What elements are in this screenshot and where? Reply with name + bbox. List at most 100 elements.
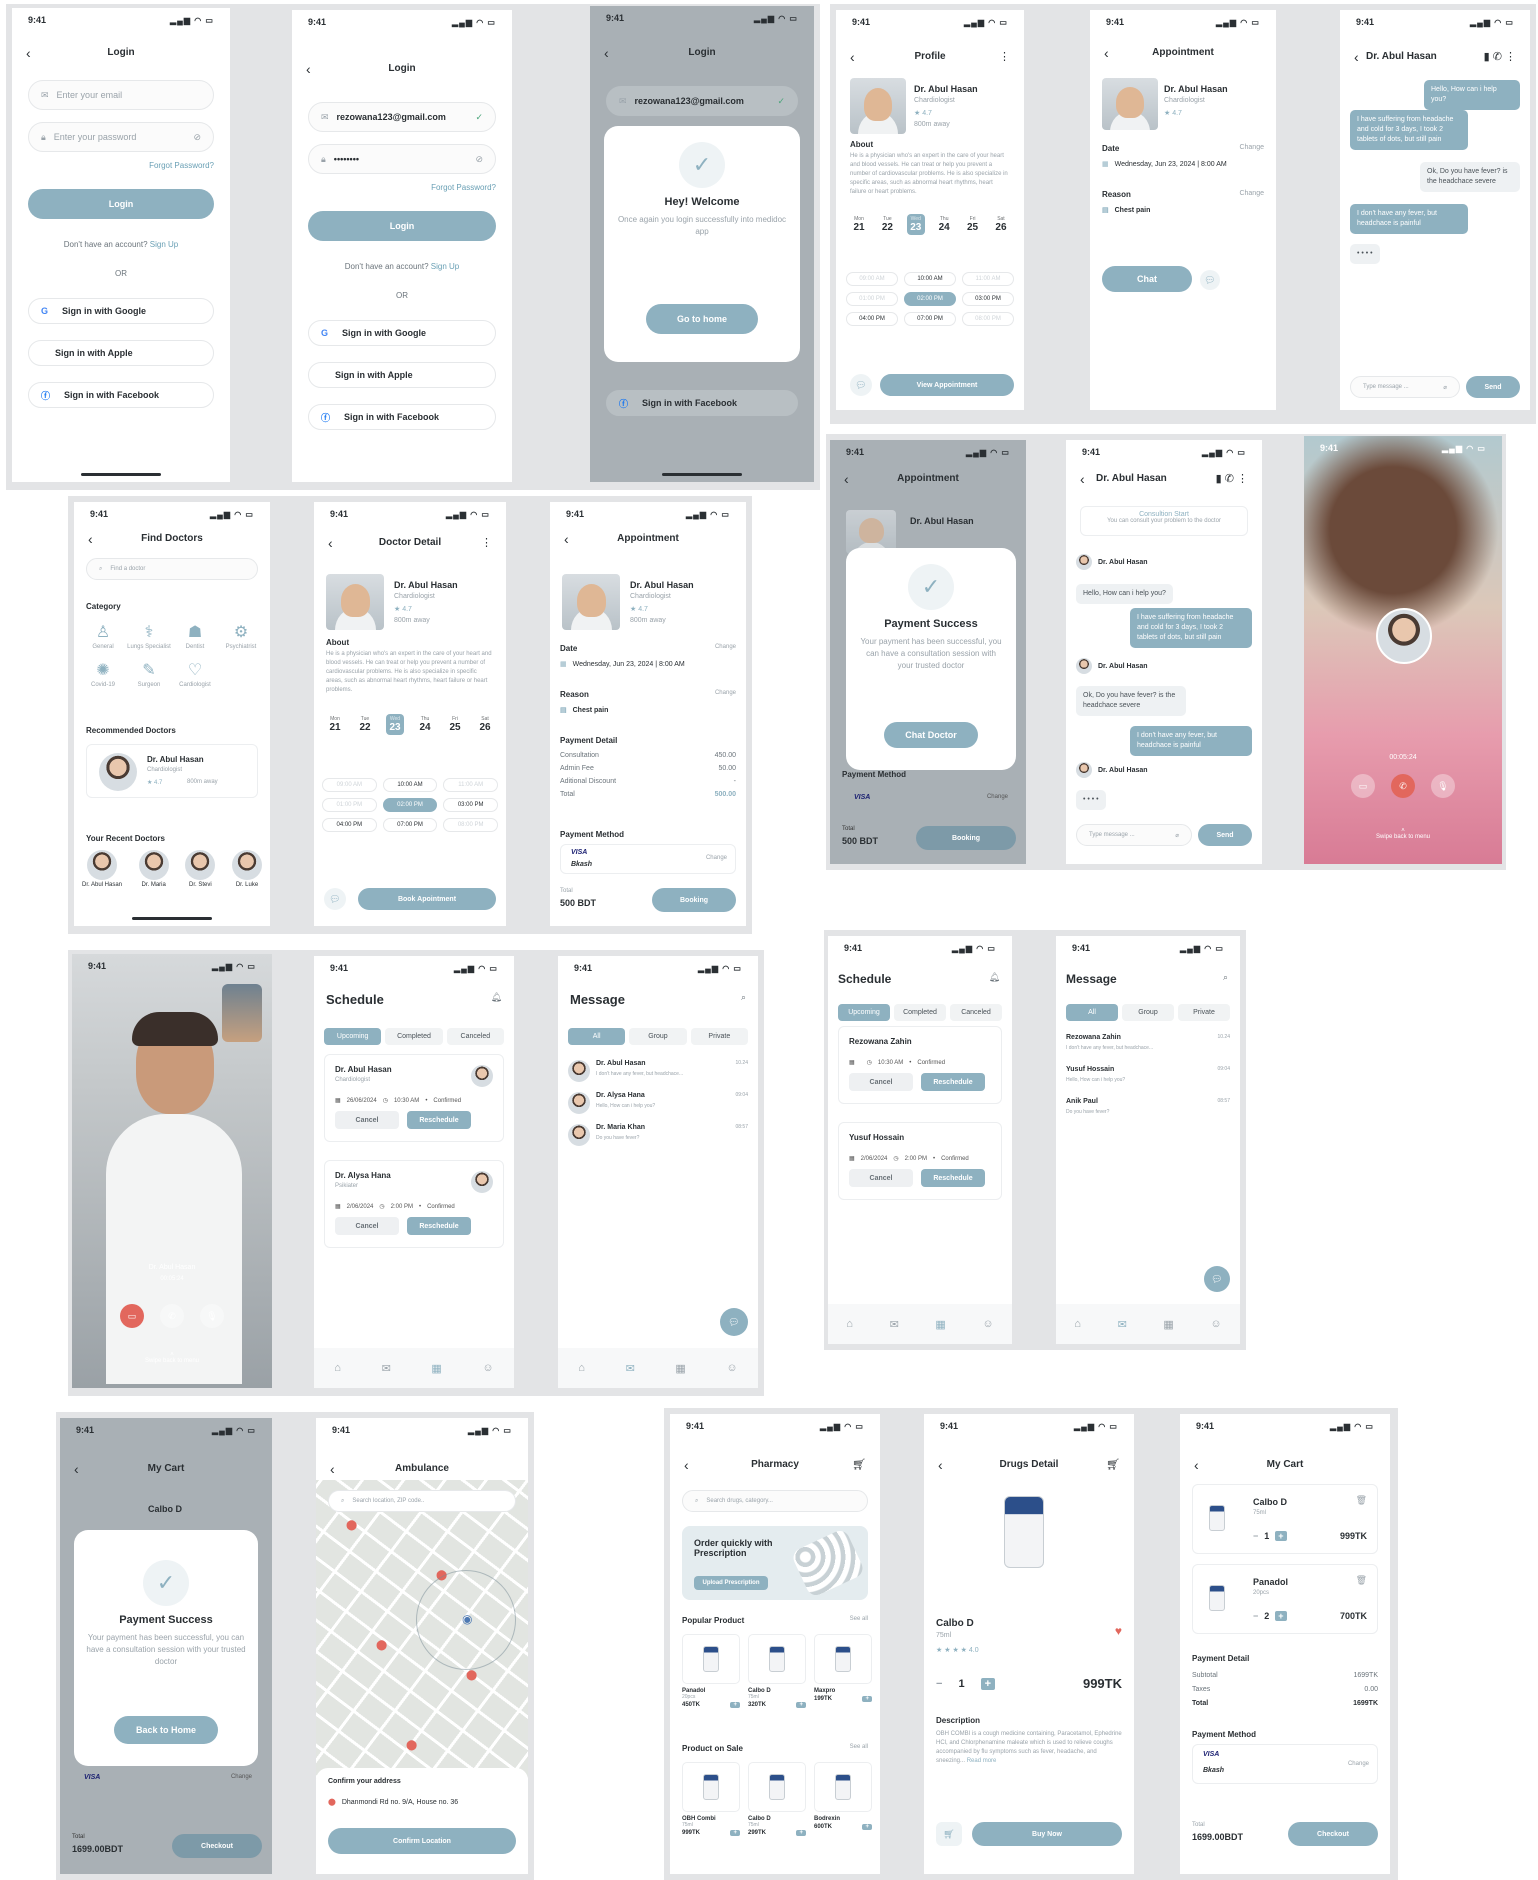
time-slot[interactable]: 01:00 PM	[322, 798, 377, 812]
facebook-signin-button[interactable]: ⓕ Sign in with Facebook	[28, 382, 214, 408]
time-slot[interactable]: 09:00 AM	[846, 272, 898, 286]
apple-signin-button[interactable]: Sign in with Apple	[28, 340, 214, 366]
plus-icon[interactable]: +	[796, 1702, 806, 1708]
payment-method-card[interactable]: VISA Bkash Change	[560, 844, 736, 874]
phone-icon[interactable]: ✆	[160, 1304, 184, 1328]
cancel-button[interactable]: Cancel	[335, 1111, 399, 1129]
back-icon[interactable]: ‹	[88, 528, 93, 550]
book-appointment-button[interactable]: Book Apointment	[358, 888, 496, 910]
see-all-link[interactable]: See all	[850, 1616, 868, 1622]
quantity-stepper[interactable]: −1 +	[1253, 1531, 1287, 1541]
plus-icon[interactable]: +	[1275, 1611, 1287, 1621]
add-to-cart-icon[interactable]: 🛒︎	[936, 1822, 962, 1846]
trash-icon[interactable]: 🗑︎	[1356, 1575, 1367, 1586]
schedule-card[interactable]: Yusuf Hossain ▦ 2/06/2024 ◷ 2:00 PM • Confirme…	[838, 1122, 1002, 1200]
back-icon[interactable]: ‹	[328, 532, 333, 554]
eye-off-icon[interactable]: ⊘	[475, 154, 483, 165]
facebook-signin-button[interactable]: ⓕ Sign in with Facebook	[308, 404, 496, 430]
plus-icon[interactable]: +	[980, 1678, 995, 1690]
cart-icon[interactable]: 🛒︎	[852, 1454, 866, 1476]
map-view[interactable]: ⬤ ⬤ ⬤ ⬤ ⬤ ◉	[316, 1480, 528, 1806]
message-item[interactable]: Rezowana Zahin I don't have any fever, bu…	[1066, 1032, 1230, 1060]
booking-button[interactable]: Booking	[652, 888, 736, 912]
swipe-hint[interactable]: ˄ Swipe back to menu	[72, 1352, 272, 1364]
back-icon[interactable]: ‹	[1080, 468, 1085, 490]
change-link[interactable]: Change	[1239, 144, 1264, 151]
message-input[interactable]: Type message ... ⌀	[1350, 376, 1460, 398]
chat-icon[interactable]: 💬︎	[324, 888, 346, 910]
address-row[interactable]: ⬤ Dhanmondi Rd no. 9/A, House no. 36	[328, 1798, 458, 1807]
chat-icon[interactable]: 💬︎	[1200, 270, 1220, 290]
date-chip[interactable]: Mon 21	[850, 214, 868, 235]
product-card[interactable]: Calbo D 75ml 299TK +	[748, 1762, 806, 1852]
recent-doctor[interactable]: Dr. Stevi	[185, 850, 216, 888]
buy-now-button[interactable]: Buy Now	[972, 1822, 1122, 1846]
tab-canceled[interactable]: Canceled	[950, 1004, 1002, 1021]
time-slot[interactable]: 02:00 PM	[382, 798, 438, 812]
bell-icon[interactable]: 🔔︎	[989, 972, 1000, 983]
category-item[interactable]: ✎ Surgeon	[126, 660, 172, 688]
minus-icon[interactable]: −	[936, 1678, 942, 1690]
time-slot[interactable]: 04:00 PM	[846, 312, 898, 326]
back-icon[interactable]: ‹	[604, 42, 609, 64]
email-field[interactable]: ✉ rezowana123@gmail.com ✓	[308, 102, 496, 132]
call-icons[interactable]: ▮ ✆ ⋮	[1216, 468, 1248, 490]
login-button[interactable]: Login	[308, 211, 496, 241]
plus-icon[interactable]: +	[730, 1830, 740, 1836]
message-item[interactable]: Yusuf Hossain Hello, How can i help you? 0…	[1066, 1064, 1230, 1092]
chat-icon[interactable]: ✉	[382, 1362, 391, 1375]
upload-prescription-button[interactable]: Upload Prescription	[694, 1576, 768, 1590]
date-chip[interactable]: Thu 24	[416, 714, 434, 735]
search-icon[interactable]: ⌕	[741, 992, 746, 1003]
cancel-button[interactable]: Cancel	[849, 1169, 913, 1187]
more-icon[interactable]: ⋮	[999, 46, 1010, 68]
date-chip[interactable]: Fri 25	[964, 214, 982, 235]
cart-item[interactable]: Panadol 20pcs 🗑︎ −2 +700TK	[1192, 1564, 1378, 1634]
tab-group[interactable]: Group	[629, 1028, 687, 1045]
date-chip[interactable]: Sat 26	[992, 214, 1010, 235]
date-chip[interactable]: Sat 26	[476, 714, 494, 735]
calendar-icon[interactable]: ▦	[935, 1318, 945, 1331]
product-card[interactable]: Maxpro 199TK +	[814, 1634, 872, 1724]
reschedule-button[interactable]: Reschedule	[407, 1217, 471, 1235]
tab-completed[interactable]: Completed	[894, 1004, 946, 1021]
profile-icon[interactable]: ☺	[1210, 1318, 1221, 1330]
reschedule-button[interactable]: Reschedule	[921, 1073, 985, 1091]
back-icon[interactable]: ‹	[844, 468, 849, 490]
date-chip[interactable]: Thu 24	[935, 214, 953, 235]
message-item[interactable]: Dr. Maria Khan Do you have fever? 08:57	[568, 1122, 748, 1150]
tab-upcoming[interactable]: Upcoming	[324, 1028, 382, 1045]
minus-icon[interactable]: −	[1253, 1531, 1258, 1541]
date-chip[interactable]: Tue 22	[878, 214, 896, 235]
change-link[interactable]: Change	[231, 1774, 252, 1780]
trash-icon[interactable]: 🗑︎	[1356, 1495, 1367, 1506]
search-input[interactable]: ⌕ Search location, ZIP code..	[328, 1490, 516, 1512]
read-more-link[interactable]: Read more	[967, 1758, 997, 1764]
cancel-button[interactable]: Cancel	[335, 1217, 399, 1235]
send-button[interactable]: Send	[1466, 376, 1520, 398]
product-card[interactable]: Panadol 20pcs 450TK +	[682, 1634, 740, 1724]
time-slot[interactable]: 11:00 AM	[443, 778, 498, 792]
date-chip[interactable]: Mon 21	[326, 714, 344, 735]
time-slot[interactable]: 08:00 PM	[443, 818, 498, 832]
time-slot[interactable]: 09:00 AM	[322, 778, 377, 792]
message-input[interactable]: Type message ... ⌀	[1076, 824, 1192, 846]
time-slot[interactable]: 03:00 PM	[443, 798, 498, 812]
tab-private[interactable]: Private	[1178, 1004, 1230, 1021]
search-icon[interactable]: ⌕	[1223, 972, 1228, 983]
chat-icon[interactable]: ✉	[890, 1318, 899, 1331]
tab-all[interactable]: All	[1066, 1004, 1118, 1021]
back-icon[interactable]: ‹	[74, 1458, 79, 1480]
swipe-hint[interactable]: ˄ Swipe back to menu	[1304, 828, 1502, 840]
tab-all[interactable]: All	[568, 1028, 626, 1045]
mic-icon[interactable]: 🎙︎	[200, 1304, 224, 1328]
cancel-button[interactable]: Cancel	[849, 1073, 913, 1091]
apple-signin-button[interactable]: Sign in with Apple	[308, 362, 496, 388]
date-chip[interactable]: Tue 22	[356, 714, 374, 735]
tab-private[interactable]: Private	[690, 1028, 748, 1045]
password-field[interactable]: 🔒︎ •••••••• ⊘	[308, 144, 496, 174]
checkout-button[interactable]: Checkout	[1288, 1822, 1378, 1846]
email-field[interactable]: ✉ rezowana123@gmail.com ✓	[606, 86, 798, 116]
back-icon[interactable]: ‹	[850, 46, 855, 68]
category-item[interactable]: ✺ Covid-19	[80, 660, 126, 688]
